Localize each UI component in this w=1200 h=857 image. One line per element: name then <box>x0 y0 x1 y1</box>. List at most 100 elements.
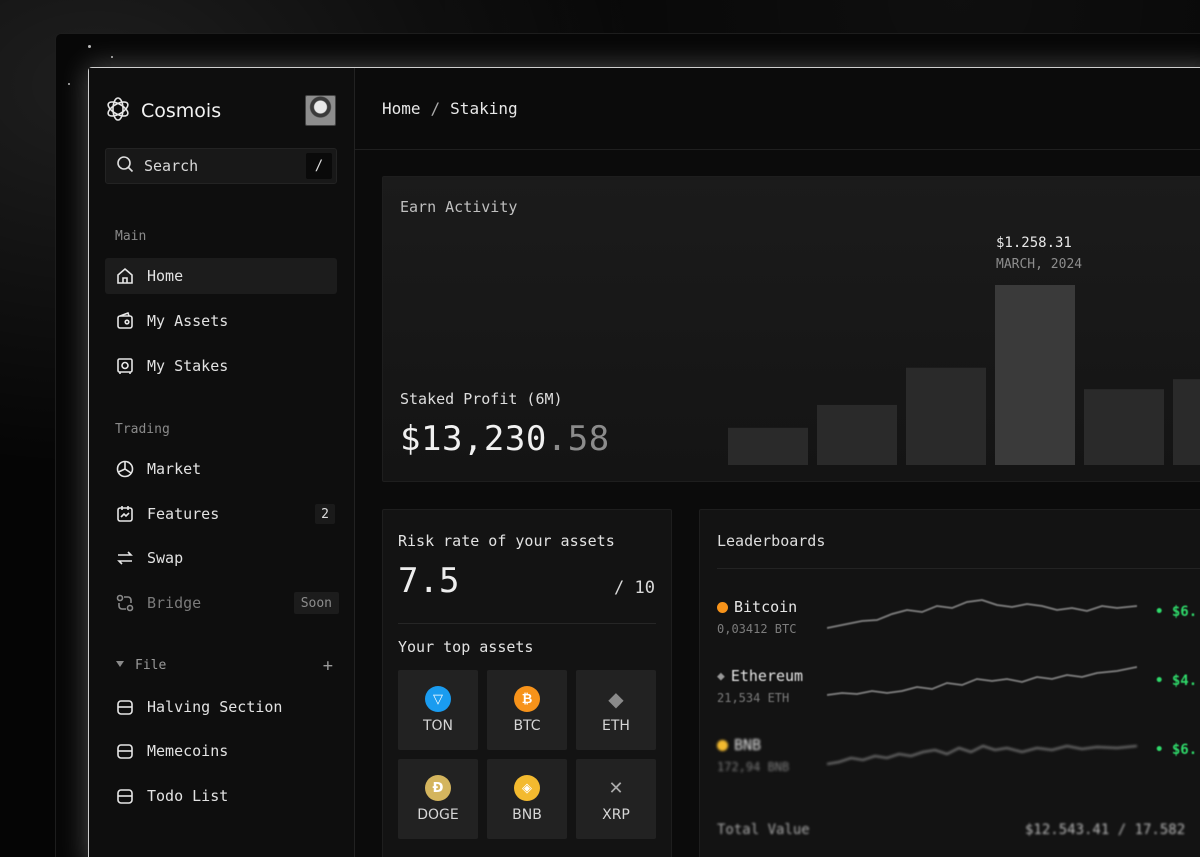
sparkle-dot <box>111 56 113 58</box>
doge-icon: Ð <box>425 775 451 801</box>
coin-name: BNB <box>717 736 761 754</box>
coin-change: • $4. <box>1155 673 1198 689</box>
search-placeholder: Search <box>144 157 199 175</box>
sidebar-item-market[interactable]: Market <box>105 451 337 487</box>
sidebar-item-todo-list[interactable]: Todo List <box>105 778 337 814</box>
chart-bar[interactable] <box>1173 379 1200 465</box>
btc-icon: ₿ <box>514 686 540 712</box>
add-file-icon[interactable]: + <box>323 656 333 676</box>
home-icon <box>115 266 135 286</box>
brand-name: Cosmois <box>141 100 222 122</box>
sparkline <box>827 744 1137 765</box>
sidebar-item-label: Todo List <box>147 787 229 805</box>
breadcrumb-home[interactable]: Home <box>382 99 421 118</box>
chart-bar[interactable] <box>995 285 1075 465</box>
sidebar-item-swap[interactable]: Swap <box>105 540 337 576</box>
search-icon <box>116 155 134 177</box>
divider <box>717 568 1200 569</box>
section-label-trading: Trading <box>115 422 170 437</box>
eth-small-icon: ◆ <box>717 668 725 684</box>
leaderboard-row[interactable]: ◆ Ethereum 21,534 ETH • $4. <box>717 666 1200 711</box>
top-assets-title: Your top assets <box>398 638 534 656</box>
chart-bar[interactable] <box>906 367 986 465</box>
asset-symbol: DOGE <box>417 807 459 823</box>
sidebar-item-label: Halving Section <box>147 698 283 716</box>
asset-tile-bnb[interactable]: ◈ BNB <box>487 759 567 839</box>
card-title: Earn Activity <box>400 198 518 216</box>
search-input[interactable]: Search / <box>105 148 337 184</box>
sidebar-item-label: Memecoins <box>147 742 229 760</box>
bnb-icon: ◈ <box>514 775 540 801</box>
sidebar-item-memecoins[interactable]: Memecoins <box>105 733 337 769</box>
coin-label: Ethereum <box>730 667 804 685</box>
ton-icon: ▽ <box>425 686 451 712</box>
card-title: Leaderboards <box>717 532 826 550</box>
total-value-row: Total Value $12.543.41 / 17.582 <box>717 822 1200 838</box>
asset-tile-ton[interactable]: ▽ TON <box>398 670 478 750</box>
safe-icon <box>115 356 135 376</box>
bridge-icon <box>115 593 135 613</box>
sidebar-item-bridge: Bridge Soon <box>105 585 339 621</box>
sidebar-item-halving-section[interactable]: Halving Section <box>105 689 337 725</box>
asset-tile-doge[interactable]: Ð DOGE <box>398 759 478 839</box>
leaderboards-card: Leaderboards Bitcoin 0,03412 BTC • $6. ◆… <box>699 509 1200 857</box>
earn-activity-card: Earn Activity $1.258.31 MARCH, 2024 Stak… <box>382 176 1200 482</box>
soon-tag: Soon <box>293 592 339 614</box>
breadcrumb-separator: / <box>430 99 441 118</box>
coin-name: ◆ Ethereum <box>717 667 803 685</box>
section-label-file: File <box>135 658 167 673</box>
folder-icon <box>115 741 135 761</box>
profit-label: Staked Profit (6M) <box>400 390 563 408</box>
sidebar-item-label: Swap <box>147 549 184 567</box>
sidebar-item-label: Home <box>147 267 184 285</box>
leaderboard-row[interactable]: Bitcoin 0,03412 BTC • $6. <box>717 598 1200 642</box>
eth-icon: ◆ <box>608 687 624 711</box>
btc-dot-icon <box>717 601 728 613</box>
divider <box>398 623 656 624</box>
chart-bar[interactable] <box>817 404 897 465</box>
sparkline <box>827 598 1137 629</box>
sidebar-item-features[interactable]: Features 2 <box>105 496 337 532</box>
asset-tile-xrp[interactable]: ✕ XRP <box>576 759 656 839</box>
risk-title: Risk rate of your assets <box>398 532 615 550</box>
asset-symbol: BNB <box>512 807 542 823</box>
earn-bar-chart <box>728 285 1200 465</box>
sidebar-item-label: My Stakes <box>147 357 229 375</box>
folder-icon <box>115 786 135 806</box>
file-section-header[interactable]: File + <box>115 656 333 676</box>
chart-tooltip-date: MARCH, 2024 <box>996 257 1083 272</box>
leaderboard-row[interactable]: BNB 172,94 BNB • $6. <box>717 736 1200 780</box>
coin-change: • $6. <box>1155 742 1198 758</box>
asset-tile-btc[interactable]: ₿ BTC <box>487 670 567 750</box>
sidebar-item-home[interactable]: Home <box>105 258 337 294</box>
breadcrumb: Home / Staking <box>355 68 1200 150</box>
coin-amount: 0,03412 BTC <box>717 622 797 636</box>
pie-chart-icon <box>115 459 135 479</box>
sidebar: Cosmois Search / Main Home My Assets My … <box>89 68 355 857</box>
avatar[interactable] <box>305 95 336 126</box>
asset-symbol: ETH <box>602 718 630 734</box>
asset-symbol: BTC <box>513 718 541 734</box>
coin-label: Bitcoin <box>734 598 798 616</box>
risk-rate-card: Risk rate of your assets 7.5 / 10 Your t… <box>382 509 672 857</box>
chart-bar[interactable] <box>728 427 808 465</box>
logo-icon <box>105 96 131 126</box>
profit-decimal: .58 <box>546 419 610 459</box>
coin-change: • $6. <box>1155 604 1198 620</box>
folder-icon <box>115 697 135 717</box>
asset-symbol: XRP <box>602 807 630 823</box>
sidebar-item-my-assets[interactable]: My Assets <box>105 303 337 339</box>
sparkle-dot <box>88 45 91 48</box>
wallet-icon <box>115 311 135 331</box>
total-value: $12.543.41 / 17.582 <box>1025 822 1186 838</box>
sidebar-item-label: My Assets <box>147 312 229 330</box>
sparkle-dot <box>68 83 70 85</box>
sparkline <box>827 666 1137 696</box>
main-content: Home / Staking Earn Activity $1.258.31 M… <box>355 68 1200 857</box>
chart-bar[interactable] <box>1084 389 1164 465</box>
sidebar-item-my-stakes[interactable]: My Stakes <box>105 348 337 384</box>
sidebar-item-label: Market <box>147 460 202 478</box>
brand[interactable]: Cosmois <box>105 96 221 126</box>
asset-tile-eth[interactable]: ◆ ETH <box>576 670 656 750</box>
swap-icon <box>115 548 135 568</box>
